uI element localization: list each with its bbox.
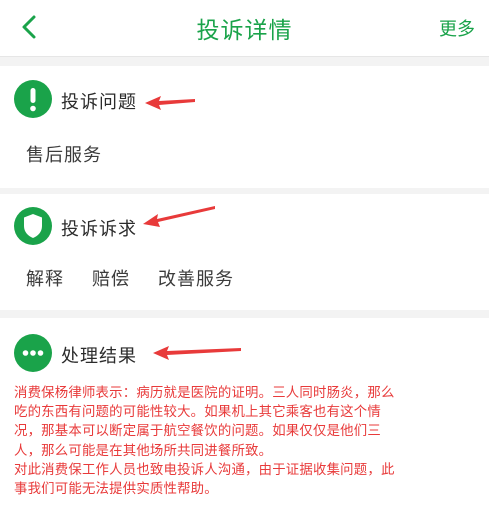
result-card: 处理结果 消费保杨律师表示：病历就是医院的证明。三人同时肠炎，那么 吃的东西有问… bbox=[0, 318, 489, 527]
ellipsis-icon bbox=[14, 334, 52, 372]
demand-tag: 解释 bbox=[26, 269, 64, 290]
exclamation-icon bbox=[14, 80, 52, 118]
issue-value: 售后服务 bbox=[26, 145, 102, 166]
demand-tag: 赔偿 bbox=[92, 269, 130, 290]
issue-card: 投诉问题 售后服务 bbox=[0, 66, 489, 188]
result-text: 消费保杨律师表示：病历就是医院的证明。三人同时肠炎，那么 吃的东西有问题的可能性… bbox=[14, 386, 395, 498]
demand-section-title: 投诉诉求 bbox=[61, 219, 137, 240]
annotation-arrow bbox=[143, 206, 215, 227]
annotation-arrow bbox=[153, 346, 241, 360]
more-button[interactable]: 更多 bbox=[439, 15, 475, 41]
annotation-arrow bbox=[145, 96, 195, 110]
shield-icon bbox=[14, 207, 52, 245]
top-bar: 投诉详情 更多 bbox=[0, 0, 489, 57]
page-title: 投诉详情 bbox=[196, 18, 293, 44]
demand-card: 投诉诉求 解释 赔偿 改善服务 bbox=[0, 194, 489, 310]
issue-section-title: 投诉问题 bbox=[61, 92, 137, 113]
result-section-title: 处理结果 bbox=[61, 346, 137, 367]
demand-tag: 改善服务 bbox=[158, 269, 234, 290]
demand-tags: 解释 赔偿 改善服务 bbox=[26, 265, 234, 291]
